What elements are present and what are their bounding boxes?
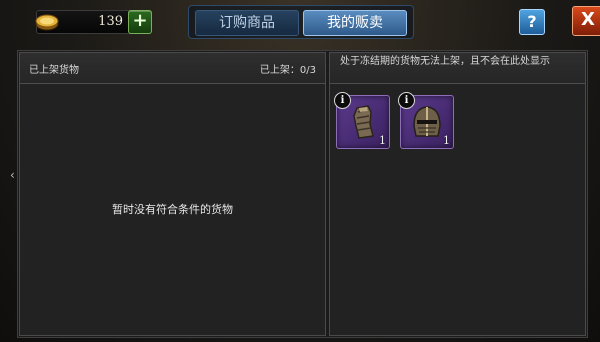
market-panel: 已上架货物 已上架：0/3 暂时没有符合条件的货物 处于冻结期的货物无法上架，且… (17, 50, 588, 338)
inventory-header: 处于冻结期的货物无法上架，且不会在此处显示 (330, 53, 585, 84)
item-quantity: 1 (443, 134, 450, 147)
item-quantity: 1 (379, 134, 386, 147)
add-currency-button[interactable]: + (128, 10, 152, 34)
currency-amount: 139 (98, 14, 123, 29)
inventory-item-slot[interactable]: i 1 (334, 92, 390, 149)
close-button[interactable]: X (572, 6, 600, 36)
listed-goods-title: 已上架货物 (29, 65, 79, 76)
item-info-icon[interactable]: i (398, 92, 415, 109)
listed-count: 已上架：0/3 (259, 65, 316, 76)
listed-goods-header: 已上架货物 已上架：0/3 (20, 53, 325, 84)
inventory-panel: 处于冻结期的货物无法上架，且不会在此处显示 i 1 i 1 (329, 52, 586, 336)
tab-bar: 订购商品 我的贩卖 (188, 5, 414, 39)
gold-coin-icon (35, 14, 59, 31)
empty-message: 暂时没有符合条件的货物 (112, 203, 233, 216)
inventory-item-slot[interactable]: i 1 (398, 92, 454, 149)
tab-my-sales[interactable]: 我的贩卖 (303, 10, 407, 36)
frozen-goods-notice: 处于冻结期的货物无法上架，且不会在此处显示 (340, 56, 550, 67)
help-button[interactable]: ? (519, 9, 545, 35)
listed-goods-panel: 已上架货物 已上架：0/3 暂时没有符合条件的货物 (19, 52, 326, 336)
top-bar: 139 + 订购商品 我的贩卖 ? X (0, 0, 600, 40)
item-info-icon[interactable]: i (334, 92, 351, 109)
tab-buy-orders[interactable]: 订购商品 (195, 10, 299, 36)
